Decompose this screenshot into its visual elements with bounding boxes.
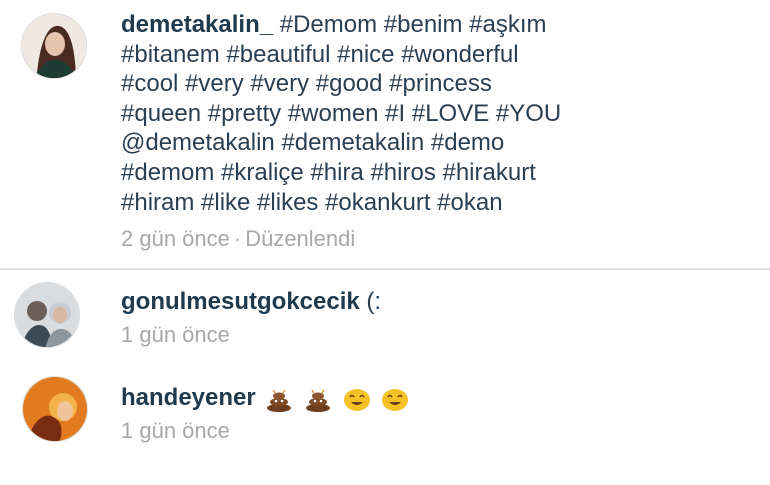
profile-photo-icon	[15, 283, 79, 347]
comment-text: gonulmesutgokcecik (:	[121, 287, 761, 317]
post-timestamp: 2 gün önce	[121, 226, 230, 251]
caption-line-2[interactable]: #bitanem #beautiful #nice #wonderful	[121, 40, 761, 70]
comment-body: (:	[366, 288, 382, 315]
post-username[interactable]: demetakalin_	[121, 11, 273, 38]
avatar-gonulmesutgokcecik[interactable]	[14, 282, 80, 348]
comment-username[interactable]: handeyener	[121, 384, 256, 411]
smiling-face-emoji-icon	[343, 388, 370, 411]
caption-line-3[interactable]: #cool #very #very #good #princess	[121, 69, 761, 99]
poop-emoji-icon	[306, 389, 331, 412]
edited-label: Düzenlendi	[245, 226, 356, 251]
comment-text: handeyener	[121, 383, 761, 413]
comment-row: gonulmesutgokcecik (: 1 gün önce	[0, 270, 770, 365]
comment-timestamp: 1 gün önce	[121, 322, 230, 347]
caption-line-5[interactable]: @demetakalin #demetakalin #demo	[121, 128, 761, 158]
profile-photo-icon	[22, 14, 86, 78]
smiling-face-emoji-icon	[382, 388, 409, 411]
comment-timestamp: 1 gün önce	[121, 418, 230, 443]
profile-photo-icon	[23, 377, 87, 441]
comment-username[interactable]: gonulmesutgokcecik	[121, 288, 360, 315]
emoji-group	[262, 384, 410, 412]
post-meta: 2 gün önce · Düzenlendi	[121, 226, 355, 252]
poop-emoji-icon	[267, 389, 292, 412]
avatar-handeyener[interactable]	[22, 376, 88, 442]
meta-separator: ·	[233, 226, 242, 251]
avatar-demetakalin[interactable]	[21, 13, 87, 79]
post-caption: demetakalin_ #Demom #benim #aşkım #bitan…	[0, 0, 770, 268]
comment-row: handeyener 1 gün önce	[0, 365, 770, 475]
caption-line-1[interactable]: #Demom #benim #aşkım	[280, 11, 547, 38]
caption-line-4[interactable]: #queen #pretty #women #I #LOVE #YOU	[121, 99, 761, 129]
caption-text: demetakalin_ #Demom #benim #aşkım #bitan…	[121, 10, 761, 217]
caption-line-7[interactable]: #hiram #like #likes #okankurt #okan	[121, 188, 761, 218]
caption-line-6[interactable]: #demom #kraliçe #hira #hiros #hirakurt	[121, 158, 761, 188]
